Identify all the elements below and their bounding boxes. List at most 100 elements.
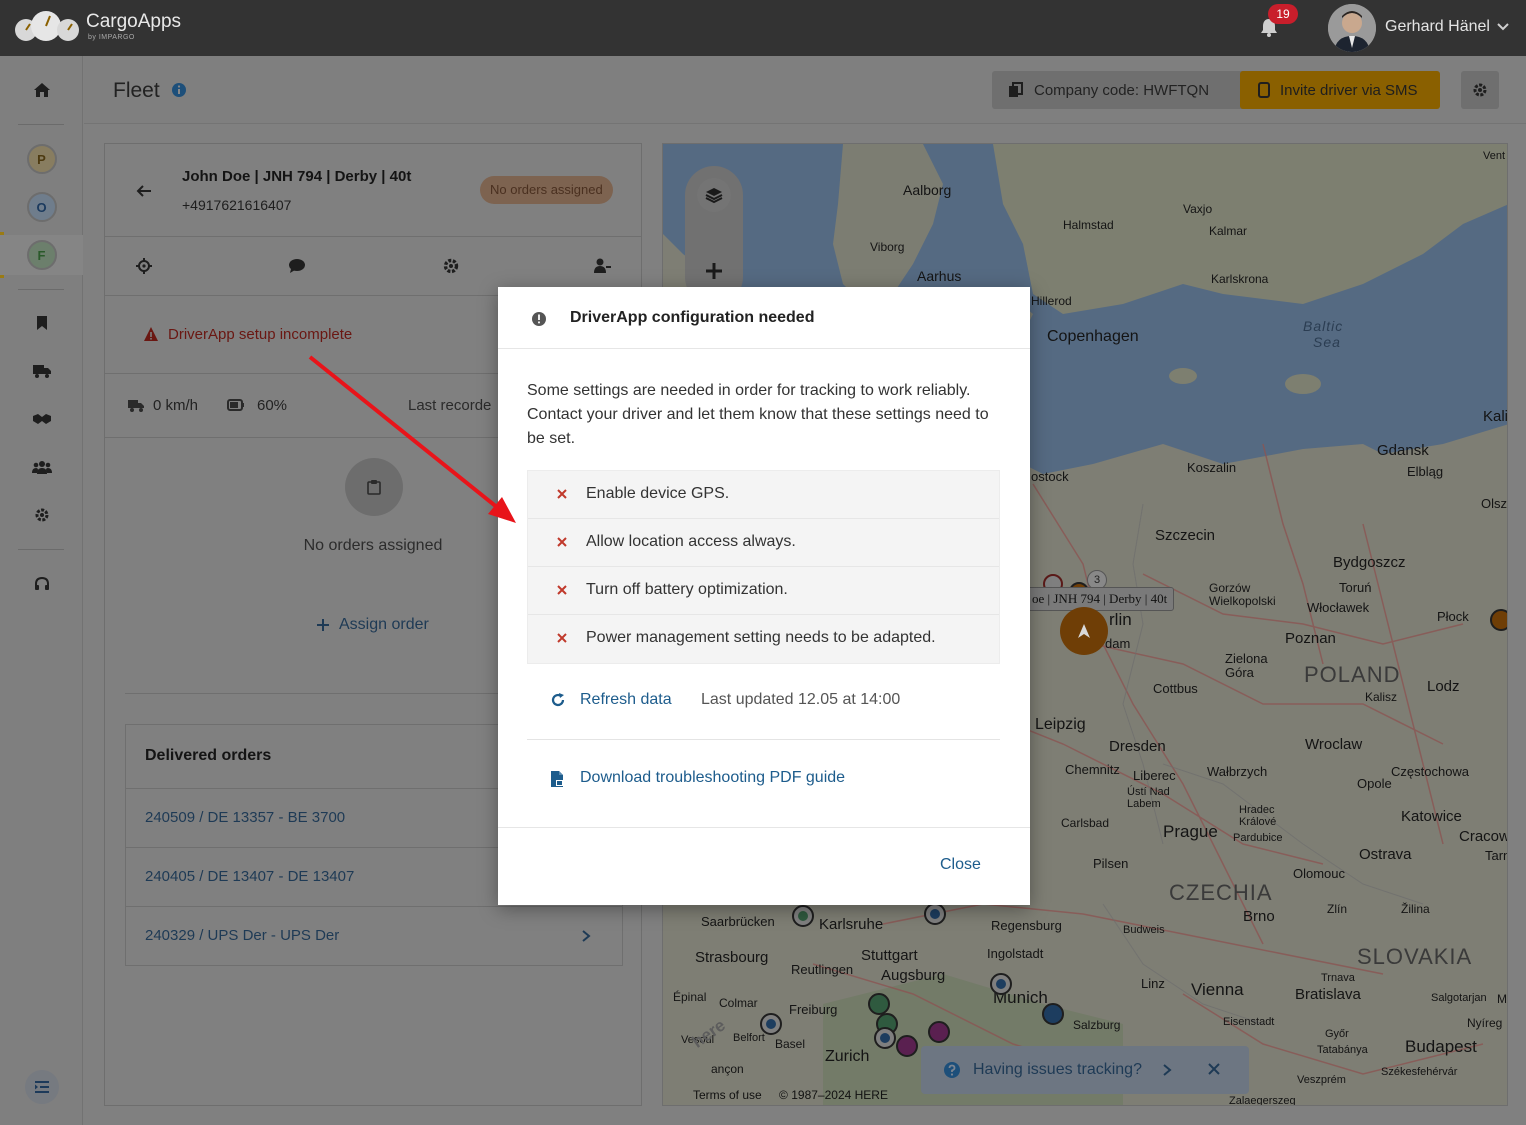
refresh-icon[interactable] [550,692,566,708]
close-button[interactable]: Close [940,856,981,874]
home-icon [33,83,50,97]
collapse-menu-icon [34,1081,49,1093]
invite-driver-button[interactable]: Invite driver via SMS [1240,71,1440,109]
handshake-icon [32,414,51,424]
avatar[interactable] [1328,4,1376,52]
sidebar-divider [18,124,64,125]
map-pin [868,993,890,1015]
map-pin [760,1013,782,1035]
checklist-text: Enable device GPS. [586,485,730,502]
battery-icon [227,399,244,411]
close-icon [557,489,567,499]
order-link[interactable]: 240405 / DE 13407 - DE 13407 [145,868,354,885]
order-link[interactable]: 240509 / DE 13357 - BE 3700 [145,809,345,826]
vehicle-marker[interactable] [1060,607,1108,655]
battery-value: 60% [257,397,288,414]
delivered-orders-title: Delivered orders [145,747,272,764]
map-pin [874,1027,896,1049]
tracking-issues-banner[interactable]: Having issues tracking? [921,1046,1249,1094]
sidebar-item-partners[interactable] [0,399,83,439]
list-item[interactable]: 240329 / UPS Der - UPS Der [126,906,622,965]
driverapp-config-dialog: DriverApp configuration needed Some sett… [498,287,1030,905]
users-icon [31,461,52,474]
sidebar-item-o[interactable]: O [0,187,83,227]
map-pin [928,1021,950,1043]
checklist-text: Turn off battery optimization. [586,581,788,598]
terms-link[interactable]: Terms of use [693,1088,762,1102]
remove-user-icon[interactable] [593,257,611,275]
chevron-right-icon[interactable] [580,929,592,943]
brand-name: CargoApps [86,11,182,32]
sidebar-item-support[interactable] [0,564,83,604]
brand-subtitle: by IMPARGO [88,34,135,41]
map-pin [792,905,814,927]
info-icon [532,312,546,326]
settings-button[interactable] [1461,71,1499,109]
close-icon [557,537,567,547]
truck-icon [128,400,144,412]
list-item: Turn off battery optimization. [528,567,999,615]
phone-icon [1258,82,1270,98]
sidebar-collapse-button[interactable] [0,1067,83,1107]
copy-icon [1009,82,1023,97]
download-pdf-link[interactable]: Download troubleshooting PDF guide [580,769,845,787]
sidebar-item-home[interactable] [0,70,83,110]
assign-order-link[interactable]: Assign order [317,616,429,634]
pdf-file-icon[interactable] [550,770,564,788]
list-item: Enable device GPS. [528,471,999,519]
sidebar-item-settings[interactable] [0,495,83,535]
gear-icon [1473,83,1487,97]
sidebar: P O F [0,56,83,1125]
navigation-arrow-icon [1078,624,1090,638]
notification-badge: 19 [1268,4,1298,24]
driver-phone: +4917621616407 [182,197,292,213]
page-title: Fleet [113,79,160,102]
zoom-in-button[interactable] [697,254,731,288]
gear-icon[interactable] [442,257,460,275]
copyright: © 1987–2024 HERE [779,1088,888,1102]
user-name[interactable]: Gerhard Hänel [1385,18,1490,36]
list-item: Power management setting needs to be ada… [528,615,999,663]
locate-icon[interactable] [135,257,153,275]
map-pin [896,1035,918,1057]
chevron-down-icon[interactable] [1496,20,1510,34]
sidebar-item-f[interactable]: F [0,235,83,275]
page-header: Fleet Company code: HWFTQN Invite driver… [84,56,1526,124]
last-updated-text: Last updated 12.05 at 14:00 [701,691,901,708]
setup-warning[interactable]: DriverApp setup incomplete [168,326,352,343]
checklist-text: Power management setting needs to be ada… [586,629,936,646]
divider [527,739,1000,740]
layers-button[interactable] [697,178,731,212]
help-icon [944,1062,960,1078]
chevron-right-icon[interactable] [1162,1063,1172,1077]
chat-icon[interactable] [288,257,306,275]
invite-driver-label: Invite driver via SMS [1280,81,1418,99]
speed-value: 0 km/h [153,397,199,414]
sidebar-item-bookmarks[interactable] [0,303,83,343]
close-icon[interactable] [1205,1060,1223,1078]
tracking-issues-label[interactable]: Having issues tracking? [973,1061,1142,1079]
back-arrow-icon[interactable] [135,182,153,200]
plus-icon [706,263,722,279]
layers-icon [705,188,723,204]
info-icon[interactable] [171,82,187,98]
driver-title: John Doe | JNH 794 | Derby | 40t [182,168,412,185]
order-link[interactable]: 240329 / UPS Der - UPS Der [145,927,339,944]
divider [105,236,641,237]
map-controls [685,166,743,306]
bookmark-icon [36,316,47,330]
close-icon [557,585,567,595]
settings-checklist: Enable device GPS. Allow location access… [527,470,1000,664]
clipboard-icon [367,480,381,495]
cargoapps-logo[interactable] [12,8,82,44]
assign-order-label: Assign order [339,616,429,633]
sidebar-item-trucks[interactable] [0,351,83,391]
sidebar-divider [18,549,64,550]
sidebar-item-p[interactable]: P [0,139,83,179]
dialog-body: Some settings are needed in order for tr… [527,382,989,447]
company-code-label: Company code: HWFTQN [1034,81,1210,99]
refresh-data-button[interactable]: Refresh data [580,691,672,709]
sidebar-item-users[interactable] [0,447,83,487]
gear-icon [35,508,48,522]
truck-icon [32,365,51,378]
